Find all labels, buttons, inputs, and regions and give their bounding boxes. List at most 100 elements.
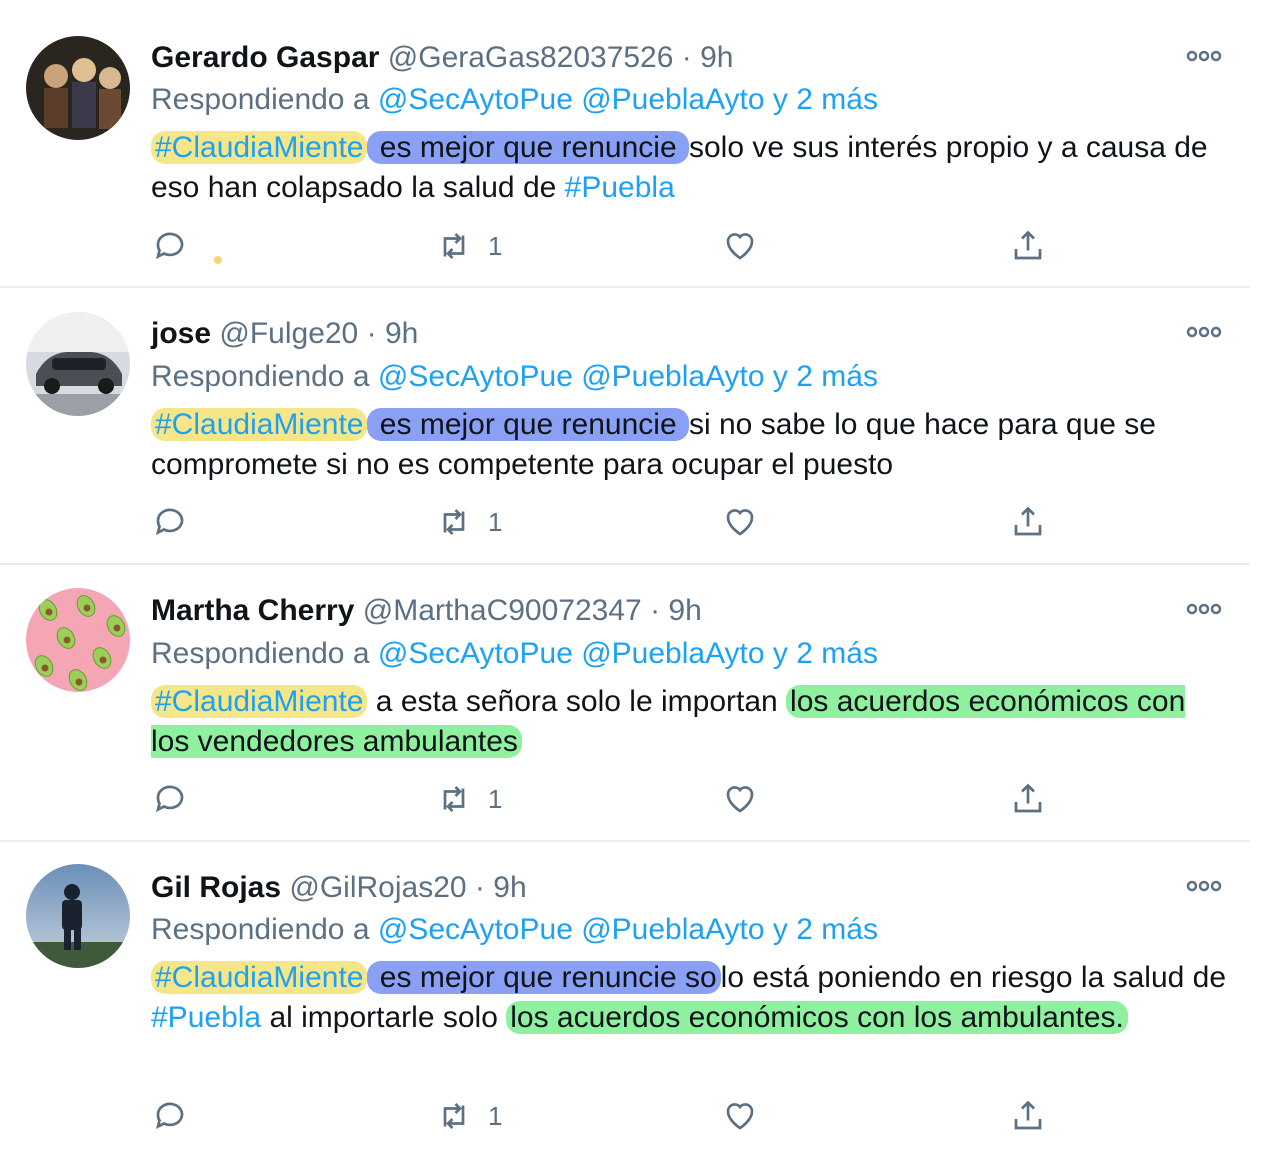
user-handle[interactable]: @GilRojas20 [289, 871, 466, 904]
timestamp[interactable]: 9h [700, 41, 733, 74]
highlighted-text: es mejor que renuncie [367, 408, 689, 441]
share-icon [1014, 506, 1042, 536]
avatar[interactable] [26, 36, 130, 140]
separator-dot: · [650, 594, 661, 627]
tweet-text: #ClaudiaMiente a esta señora solo le imp… [151, 682, 1231, 762]
share-icon [1014, 1100, 1042, 1130]
avocado-pattern-icon [26, 588, 130, 692]
separator-dot: · [681, 41, 692, 74]
retweet-button[interactable]: 1 [436, 502, 502, 542]
highlighted-text: los acuerdos económicos con los ambulant… [506, 1001, 1128, 1034]
reply-button[interactable] [152, 1096, 188, 1136]
tweet-text: #ClaudiaMiente es mejor que renuncie si … [151, 405, 1231, 485]
hashtag-link[interactable]: #ClaudiaMiente [151, 131, 368, 164]
tweet-actions: 1 [0, 779, 1250, 819]
like-button[interactable] [722, 1096, 758, 1136]
avatar[interactable] [26, 864, 130, 968]
more-options-icon[interactable] [1184, 322, 1224, 342]
highlighted-text: es mejor que renuncie [367, 131, 689, 164]
text-segment: al importarle solo [261, 1001, 507, 1034]
timestamp[interactable]: 9h [385, 317, 418, 350]
replying-to-label: Respondiendo a [151, 83, 370, 116]
retweet-count: 1 [488, 230, 503, 261]
highlighted-text: es mejor que renuncie so [367, 961, 721, 994]
retweet-icon [443, 786, 465, 812]
person-group-icon [26, 36, 130, 140]
text-segment: lo está poniendo en riesgo la salud de [720, 961, 1227, 994]
reply-icon [155, 508, 184, 536]
display-name[interactable]: Gerardo Gaspar [151, 41, 379, 74]
hashtag-link[interactable]: #Puebla [151, 1001, 261, 1034]
reply-button[interactable] [152, 502, 188, 542]
more-options-icon[interactable] [1184, 46, 1224, 66]
tweet-text: #ClaudiaMiente es mejor que renuncie sol… [151, 958, 1231, 1038]
hashtag-link[interactable]: #ClaudiaMiente [151, 408, 368, 441]
mention-link[interactable]: @PueblaAyto [581, 637, 764, 670]
replying-to: Respondiendo a @SecAytoPue @PueblaAyto y… [151, 359, 878, 395]
user-handle[interactable]: @GeraGas82037526 [388, 41, 674, 74]
reply-button[interactable] [152, 779, 188, 819]
heart-icon [726, 1103, 754, 1130]
more-mentions-link[interactable]: y 2 más [773, 360, 878, 393]
retweet-button[interactable]: 1 [436, 226, 502, 266]
tweet-text: #ClaudiaMiente es mejor que renuncie sol… [151, 128, 1231, 208]
hashtag-link[interactable]: #Puebla [565, 171, 675, 204]
more-mentions-link[interactable]: y 2 más [773, 913, 878, 946]
retweet-button[interactable]: 1 [436, 779, 502, 819]
more-options-icon[interactable] [1184, 599, 1224, 619]
reply-icon [155, 785, 184, 813]
tweet-actions: 1 [0, 1096, 1250, 1136]
timestamp[interactable]: 9h [668, 594, 701, 627]
car-icon [26, 312, 130, 416]
mention-link[interactable]: @PueblaAyto [581, 83, 764, 116]
share-button[interactable] [1010, 779, 1046, 819]
more-mentions-link[interactable]: y 2 más [773, 83, 878, 116]
reply-button[interactable] [152, 226, 188, 266]
separator-dot: · [366, 317, 377, 350]
reply-icon [155, 232, 184, 260]
user-handle[interactable]: @Fulge20 [219, 317, 358, 350]
tweet-header: Martha Cherry @MarthaC90072347 · 9h [151, 593, 702, 629]
person-silhouette-icon [26, 864, 130, 968]
mention-link[interactable]: @SecAytoPue [378, 83, 573, 116]
replying-to-label: Respondiendo a [151, 637, 370, 670]
more-options-icon[interactable] [1184, 876, 1224, 896]
share-button[interactable] [1010, 502, 1046, 542]
user-handle[interactable]: @MarthaC90072347 [363, 594, 642, 627]
mention-link[interactable]: @SecAytoPue [378, 360, 573, 393]
timestamp[interactable]: 9h [493, 871, 526, 904]
tweet-actions: 1 [0, 226, 1250, 266]
more-mentions-link[interactable]: y 2 más [773, 637, 878, 670]
retweet-button[interactable]: 1 [436, 1096, 502, 1136]
mention-link[interactable]: @PueblaAyto [581, 360, 764, 393]
tweet-actions: 1 [0, 502, 1250, 542]
avatar[interactable] [26, 588, 130, 692]
hashtag-link[interactable]: #ClaudiaMiente [151, 961, 368, 994]
like-button[interactable] [722, 502, 758, 542]
tweet-header: Gil Rojas @GilRojas20 · 9h [151, 870, 527, 906]
tweet-header: Gerardo Gaspar @GeraGas82037526 · 9h [151, 40, 734, 76]
display-name[interactable]: Gil Rojas [151, 871, 281, 904]
hashtag-link[interactable]: #ClaudiaMiente [151, 685, 368, 718]
share-button[interactable] [1010, 1096, 1046, 1136]
replying-to: Respondiendo a @SecAytoPue @PueblaAyto y… [151, 912, 878, 948]
separator-dot: · [474, 871, 485, 904]
share-icon [1014, 230, 1042, 260]
display-name[interactable]: jose [151, 317, 211, 350]
mention-link[interactable]: @SecAytoPue [378, 913, 573, 946]
retweet-count: 1 [488, 506, 503, 537]
tweet-header: jose @Fulge20 · 9h [151, 316, 418, 352]
share-button[interactable] [1010, 226, 1046, 266]
like-button[interactable] [722, 226, 758, 266]
heart-icon [726, 509, 754, 536]
heart-icon [726, 233, 754, 260]
text-segment: a esta señora solo le importan [367, 685, 787, 718]
mention-link[interactable]: @SecAytoPue [378, 637, 573, 670]
display-name[interactable]: Martha Cherry [151, 594, 354, 627]
reply-icon [155, 1102, 184, 1130]
avatar[interactable] [26, 312, 130, 416]
heart-icon [726, 786, 754, 813]
mention-link[interactable]: @PueblaAyto [581, 913, 764, 946]
like-button[interactable] [722, 779, 758, 819]
stray-mark [214, 256, 222, 264]
